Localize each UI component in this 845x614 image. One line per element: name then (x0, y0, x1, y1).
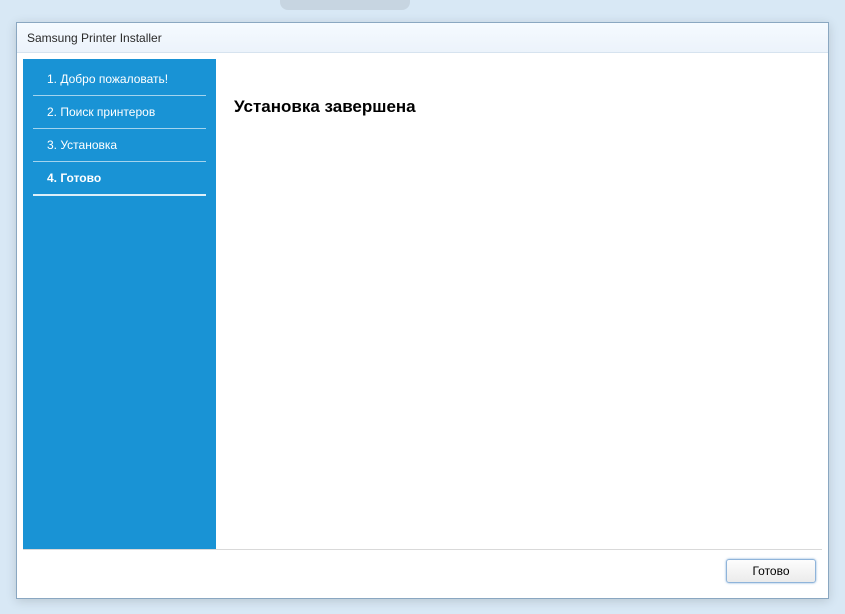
background-shadow (280, 0, 410, 10)
step-search-printers: 2. Поиск принтеров (33, 96, 206, 129)
window-title: Samsung Printer Installer (27, 31, 162, 45)
client-area: 1. Добро пожаловать! 2. Поиск принтеров … (17, 53, 828, 598)
content-panel: Установка завершена (216, 59, 822, 549)
done-button[interactable]: Готово (726, 559, 816, 583)
step-welcome: 1. Добро пожаловать! (33, 63, 206, 96)
sidebar: 1. Добро пожаловать! 2. Поиск принтеров … (23, 59, 216, 549)
step-install: 3. Установка (33, 129, 206, 162)
titlebar[interactable]: Samsung Printer Installer (17, 23, 828, 53)
installer-window: Samsung Printer Installer 1. Добро пожал… (16, 22, 829, 599)
page-heading: Установка завершена (234, 97, 804, 117)
main-area: 1. Добро пожаловать! 2. Поиск принтеров … (23, 59, 822, 550)
step-done: 4. Готово (33, 162, 206, 196)
footer: Готово (23, 550, 822, 592)
